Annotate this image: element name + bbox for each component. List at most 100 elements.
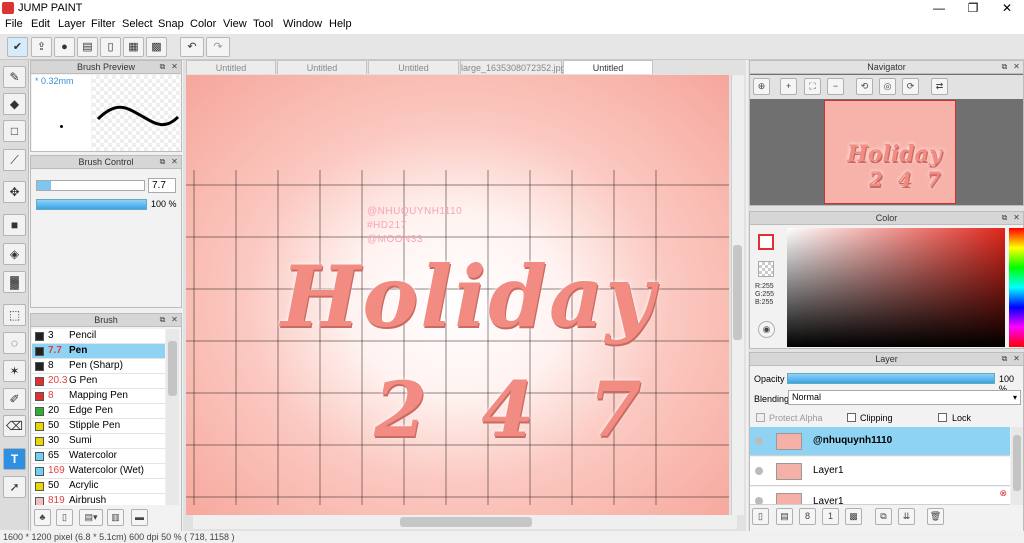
zoom-out-icon[interactable]: − — [827, 78, 844, 95]
fill-rect-tool-icon[interactable]: ■ — [3, 214, 26, 236]
brush-list-item[interactable]: 819 Airbrush — [32, 494, 165, 505]
new-1bit-layer-icon[interactable]: 1 — [822, 508, 839, 525]
close-panel-icon[interactable]: ✕ — [1012, 62, 1021, 71]
layer-row[interactable]: Layer1 — [750, 457, 1010, 486]
canvas-horizontal-scroll-thumb[interactable] — [400, 517, 532, 527]
select-pen-tool-icon[interactable]: ✐ — [3, 388, 26, 410]
comment-icon[interactable]: ▤ — [77, 37, 98, 57]
brush-preset-icon[interactable]: ♣ — [34, 509, 51, 526]
operation-tool-icon[interactable]: ➚ — [3, 476, 26, 498]
layer-opacity-slider[interactable] — [787, 373, 995, 384]
brush-list-item[interactable]: 8 Pen (Sharp) — [32, 359, 165, 374]
line-tool-icon[interactable]: ⟋ — [3, 149, 26, 171]
flip-icon[interactable]: ⇄ — [931, 78, 948, 95]
check-icon[interactable]: ✔ — [7, 37, 28, 57]
brush-list-scrollbar[interactable] — [166, 329, 179, 505]
brush-list-item[interactable]: 7.7 Pen — [32, 344, 165, 359]
layer-list-scrollbar[interactable] — [1011, 427, 1023, 505]
minimize-button[interactable]: — — [922, 0, 956, 17]
doc-tab-5[interactable]: Untitled — [563, 60, 653, 74]
visibility-icon[interactable] — [755, 497, 763, 504]
text-tool-icon[interactable]: T — [3, 448, 26, 470]
eraser-tool-icon[interactable]: ◆ — [3, 93, 26, 115]
menu-tool[interactable]: Tool — [253, 18, 273, 30]
doc-tab-3[interactable]: Untitled — [368, 60, 459, 74]
zoom-icon[interactable]: ⊕ — [753, 78, 770, 95]
menu-edit[interactable]: Edit — [31, 18, 50, 30]
redo-button[interactable]: ↷ — [206, 37, 230, 57]
close-panel-icon[interactable]: ✕ — [170, 157, 179, 166]
close-button[interactable]: ✕ — [990, 0, 1024, 17]
menu-file[interactable]: File — [5, 18, 23, 30]
doc-tab-2[interactable]: Untitled — [277, 60, 367, 74]
color-picker-field[interactable] — [787, 228, 1005, 347]
menu-select[interactable]: Select — [122, 18, 153, 30]
speech-bubble-icon[interactable]: ● — [54, 37, 75, 57]
new-brush-icon[interactable]: ▯ — [56, 509, 73, 526]
protect-alpha-checkbox[interactable] — [756, 413, 765, 422]
visibility-icon[interactable] — [755, 467, 763, 475]
blending-select[interactable]: Normal ▾ — [788, 390, 1021, 405]
brush-list-item[interactable]: 20.3 G Pen — [32, 374, 165, 389]
clipping-checkbox[interactable] — [847, 413, 856, 422]
reset-view-icon[interactable]: ◎ — [879, 78, 896, 95]
undock-icon[interactable]: ⧉ — [1000, 213, 1009, 222]
menu-help[interactable]: Help — [329, 18, 352, 30]
brush-list-item[interactable]: 30 Sumi — [32, 434, 165, 449]
navigator-thumbnail[interactable]: Holiday 2 4 7 — [824, 100, 956, 204]
rectangle-tool-icon[interactable]: □ — [3, 120, 26, 142]
palette-icon[interactable]: ◉ — [758, 321, 775, 338]
drawing-canvas[interactable]: @NHUQUYNH1110 #HD217 @MOON33 Holiday 2 4… — [186, 75, 729, 515]
menu-window[interactable]: Window — [283, 18, 322, 30]
close-panel-icon[interactable]: ✕ — [1012, 354, 1021, 363]
doc-tab-4[interactable]: large_1635308072352.jpg — [460, 60, 566, 74]
undock-icon[interactable]: ⧉ — [158, 315, 167, 324]
brush-list-item[interactable]: 65 Watercolor — [32, 449, 165, 464]
tone-layer-icon[interactable]: ▩ — [845, 508, 862, 525]
canvas-vertical-scroll-thumb[interactable] — [733, 245, 742, 340]
rotate-left-icon[interactable]: ⟲ — [856, 78, 873, 95]
undock-icon[interactable]: ⧉ — [1000, 354, 1009, 363]
rotate-right-icon[interactable]: ⟳ — [902, 78, 919, 95]
duplicate-layer-icon[interactable]: ⧉ — [875, 508, 892, 525]
move-tool-icon[interactable]: ✥ — [3, 181, 26, 203]
lock-checkbox[interactable] — [938, 413, 947, 422]
gradient-tool-icon[interactable]: ▓ — [3, 271, 26, 293]
undock-icon[interactable]: ⧉ — [158, 157, 167, 166]
brush-list-item[interactable]: 20 Edge Pen — [32, 404, 165, 419]
new-layer-icon[interactable]: ▯ — [752, 508, 769, 525]
brush-list-item[interactable]: 50 Stipple Pen — [32, 419, 165, 434]
panel-icon[interactable]: ▦ — [123, 37, 144, 57]
maximize-button[interactable]: ❐ — [956, 0, 990, 17]
share-icon[interactable]: ⇪ — [31, 37, 52, 57]
undock-icon[interactable]: ⧉ — [158, 62, 167, 71]
new-8bit-layer-icon[interactable]: 8 — [799, 508, 816, 525]
brush-list-item[interactable]: 3 Pencil — [32, 329, 165, 344]
main-color-swatch[interactable] — [758, 234, 774, 250]
layer-row[interactable]: @nhuquynh1110 — [750, 427, 1010, 456]
menu-layer[interactable]: Layer — [58, 18, 86, 30]
close-panel-icon[interactable]: ✕ — [170, 62, 179, 71]
page-icon[interactable]: ▯ — [100, 37, 121, 57]
menu-color[interactable]: Color — [190, 18, 216, 30]
brush-tool-icon[interactable]: ✎ — [3, 66, 26, 88]
bucket-tool-icon[interactable]: ◈ — [3, 243, 26, 265]
brush-size-value[interactable]: 7.7 — [148, 178, 176, 193]
menu-view[interactable]: View — [223, 18, 247, 30]
select-eraser-tool-icon[interactable]: ⌫ — [3, 415, 26, 437]
new-halftone-layer-icon[interactable]: ▤ — [776, 508, 793, 525]
brush-folder-icon[interactable]: ▬ — [131, 509, 148, 526]
menu-filter[interactable]: Filter — [91, 18, 115, 30]
brush-menu-icon[interactable]: ▤▾ — [79, 509, 103, 526]
grid-settings-icon[interactable]: ▩ — [146, 37, 167, 57]
visibility-icon[interactable] — [755, 437, 763, 445]
doc-tab-1[interactable]: Untitled — [186, 60, 276, 74]
layer-row[interactable]: Layer1 ⊗ — [750, 487, 1010, 505]
brush-list-item[interactable]: 169 Watercolor (Wet) — [32, 464, 165, 479]
lasso-tool-icon[interactable]: ◌ — [3, 332, 26, 354]
brush-list-item[interactable]: 8 Mapping Pen — [32, 389, 165, 404]
close-panel-icon[interactable]: ✕ — [1012, 213, 1021, 222]
delete-layer-icon[interactable]: 🗑 — [927, 508, 944, 525]
undock-icon[interactable]: ⧉ — [1000, 62, 1009, 71]
merge-layer-icon[interactable]: ⇊ — [898, 508, 915, 525]
